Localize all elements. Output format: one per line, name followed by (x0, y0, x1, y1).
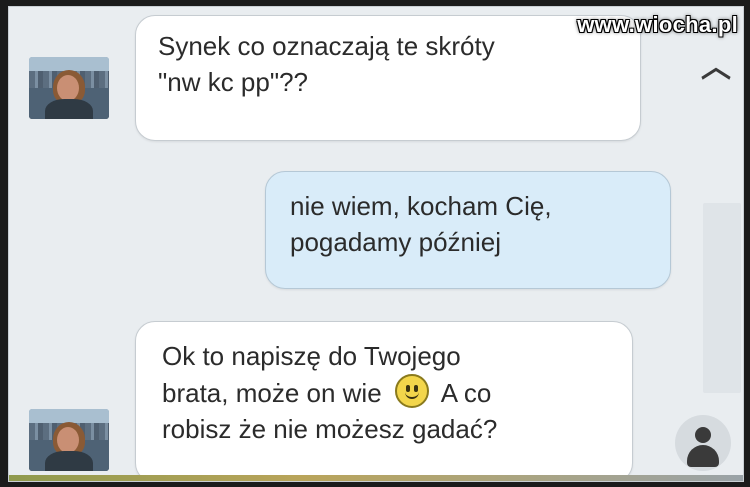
message-text-line: brata, może on wie A co (162, 374, 606, 411)
message-text: A co (440, 378, 492, 408)
message-bubble-outgoing: nie wiem, kocham Cię, pogadamy później (265, 171, 671, 289)
contact-avatar[interactable] (29, 409, 109, 471)
message-text: Synek co oznaczają te skróty (158, 31, 495, 61)
message-text: brata, może on wie (162, 378, 382, 408)
message-text: robisz że nie możesz gadać? (162, 414, 498, 444)
message-text: nie wiem, kocham Cię, (290, 191, 552, 221)
chat-window: Synek co oznaczają te skróty "nw kc pp"?… (8, 6, 744, 482)
message-bubble-incoming: Ok to napiszę do Twojego brata, może on … (135, 321, 633, 481)
message-text: Ok to napiszę do Twojego (162, 341, 461, 371)
message-text: "nw kc pp"?? (158, 67, 308, 97)
bottom-strip (9, 475, 743, 481)
user-icon[interactable] (675, 415, 731, 471)
message-bubble-incoming: Synek co oznaczają te skróty "nw kc pp"?… (135, 15, 641, 141)
smiley-emoji-icon (394, 374, 429, 408)
contact-avatar[interactable] (29, 57, 109, 119)
message-text: pogadamy później (290, 227, 502, 257)
scrollbar[interactable] (703, 203, 741, 393)
watermark: www.wiocha.pl (577, 12, 738, 37)
chevron-up-icon[interactable]: ︿ (701, 53, 731, 83)
